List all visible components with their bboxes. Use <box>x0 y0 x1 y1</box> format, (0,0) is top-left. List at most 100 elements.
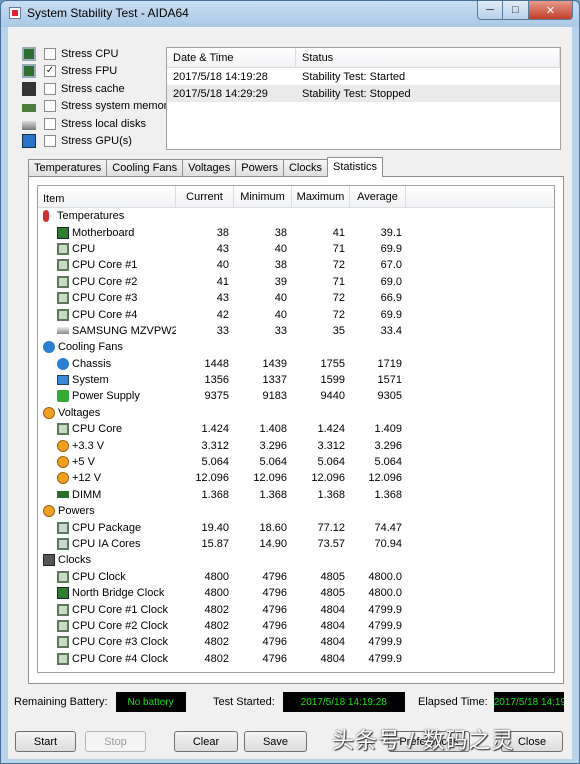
stats-current: 43 <box>216 242 229 255</box>
col-minimum[interactable]: Minimum <box>234 186 292 207</box>
stats-average: 12.096 <box>368 472 402 485</box>
stress-checkbox[interactable] <box>44 100 56 113</box>
tab-powers[interactable]: Powers <box>235 159 284 177</box>
stats-row[interactable]: Power Supply 9375 9183 9440 9305 <box>38 388 554 404</box>
stats-minimum: 1.368 <box>259 488 287 501</box>
stress-checkbox[interactable] <box>44 135 56 147</box>
event-log[interactable]: Date & Time Status 2017/5/18 14:19:28 St… <box>166 47 561 150</box>
stress-checkbox[interactable] <box>44 117 56 130</box>
log-col-datetime[interactable]: Date & Time <box>167 48 296 67</box>
close-window-button[interactable]: ✕ <box>529 1 573 20</box>
stats-row[interactable]: CPU Core #2 Clock 4802 4796 4804 4799.9 <box>38 618 554 634</box>
clock-icon <box>43 554 55 567</box>
stats-average: 4800.0 <box>368 587 402 600</box>
log-status: Stability Test: Started <box>302 70 406 83</box>
stats-row[interactable]: SAMSUNG MZVPW2... 33 33 35 33.4 <box>38 323 554 339</box>
stats-group-row[interactable]: Cooling Fans <box>38 339 554 355</box>
maximize-button[interactable]: □ <box>503 1 529 20</box>
stress-checkbox[interactable] <box>44 82 56 95</box>
start-button[interactable]: Start <box>15 731 76 752</box>
stress-checkbox[interactable] <box>44 48 56 60</box>
stats-row[interactable]: CPU Core #2 41 39 71 69.0 <box>38 274 554 290</box>
stats-row[interactable]: CPU Core #3 43 40 72 66.9 <box>38 290 554 306</box>
stats-average: 4799.9 <box>368 636 402 649</box>
stats-row[interactable]: CPU Package 19.40 18.60 77.12 74.47 <box>38 519 554 535</box>
stats-average: 4799.9 <box>368 652 402 665</box>
stats-item-cell: CPU Core #3 <box>38 292 176 305</box>
stats-row[interactable]: CPU Core #3 Clock 4802 4796 4804 4799.9 <box>38 634 554 650</box>
fpu-chip-icon <box>22 64 36 79</box>
stats-current: 41 <box>216 275 229 288</box>
log-row[interactable]: 2017/5/18 14:19:28 Stability Test: Start… <box>167 68 560 85</box>
title-bar[interactable]: System Stability Test - AIDA64 ─ □ ✕ <box>1 1 579 27</box>
stress-checkbox[interactable]: ✓ <box>44 65 56 78</box>
stats-item-cell: CPU Core #1 Clock <box>38 603 176 616</box>
tab-statistics[interactable]: Statistics <box>327 157 384 177</box>
log-row[interactable]: 2017/5/18 14:29:29 Stability Test: Stopp… <box>167 85 560 102</box>
stats-row[interactable]: CPU Clock 4800 4796 4805 4800.0 <box>38 569 554 585</box>
stress-option[interactable]: Stress system memory <box>22 98 173 114</box>
stats-maximum: 3.312 <box>317 439 345 452</box>
stats-current: 4802 <box>204 652 229 665</box>
stats-item-label: CPU Package <box>72 521 142 534</box>
stats-item-label: CPU Core #1 <box>72 259 138 272</box>
stats-group-row[interactable]: Voltages <box>38 405 554 421</box>
col-maximum[interactable]: Maximum <box>292 186 350 207</box>
stats-item-label: Cooling Fans <box>58 341 123 354</box>
stats-item-label: Motherboard <box>72 226 135 239</box>
stats-row[interactable]: CPU Core #1 40 38 72 67.0 <box>38 257 554 273</box>
tab-temperatures[interactable]: Temperatures <box>28 159 108 177</box>
stats-row[interactable]: Chassis 1448 1439 1755 1719 <box>38 356 554 372</box>
cpu-chip-icon <box>22 47 36 61</box>
stats-item-cell: Power Supply <box>38 390 176 403</box>
tab-clocks[interactable]: Clocks <box>282 159 328 177</box>
stats-group-row[interactable]: Clocks <box>38 552 554 568</box>
stats-row[interactable]: CPU Core 1.424 1.408 1.424 1.409 <box>38 421 554 437</box>
stats-body: Temperatures Motherboard 38 38 41 39.1 CPU 43 40… <box>38 208 554 667</box>
stats-row[interactable]: CPU IA Cores 15.87 14.90 73.57 70.94 <box>38 536 554 552</box>
motherboard-icon <box>57 587 69 600</box>
tab-cooling-fans[interactable]: Cooling Fans <box>106 159 184 177</box>
clear-button[interactable]: Clear <box>174 731 238 752</box>
stats-current: 12.096 <box>195 472 229 485</box>
stats-row[interactable]: CPU Core #1 Clock 4802 4796 4804 4799.9 <box>38 601 554 617</box>
stats-item-cell: CPU Core <box>38 423 176 436</box>
window-title: System Stability Test - AIDA64 <box>27 6 189 20</box>
log-col-status[interactable]: Status <box>296 48 560 67</box>
stats-row[interactable]: CPU Core #4 42 40 72 69.9 <box>38 306 554 322</box>
stress-option[interactable]: Stress CPU <box>22 46 118 62</box>
window-controls: ─ □ ✕ <box>477 1 573 21</box>
stats-row[interactable]: North Bridge Clock 4800 4796 4805 4800.0 <box>38 585 554 601</box>
stats-minimum: 1.408 <box>259 423 287 436</box>
battery-status: Remaining Battery: No battery <box>14 691 186 713</box>
stats-row[interactable]: DIMM 1.368 1.368 1.368 1.368 <box>38 487 554 503</box>
stats-row[interactable]: +3.3 V 3.312 3.296 3.312 3.296 <box>38 437 554 453</box>
save-button[interactable]: Save <box>244 731 307 752</box>
stats-item-cell: Powers <box>38 505 176 518</box>
stats-row[interactable]: System 1356 1337 1599 1571 <box>38 372 554 388</box>
stats-maximum: 4804 <box>320 652 345 665</box>
stop-button[interactable]: Stop <box>85 731 146 752</box>
chip-icon <box>57 603 69 616</box>
stats-group-row[interactable]: Powers <box>38 503 554 519</box>
stats-row[interactable]: CPU 43 40 71 69.9 <box>38 241 554 257</box>
minimize-button[interactable]: ─ <box>477 1 503 20</box>
stress-option[interactable]: Stress cache <box>22 81 125 97</box>
col-current[interactable]: Current <box>176 186 234 207</box>
stress-option[interactable]: Stress GPU(s) <box>22 133 132 149</box>
tab-voltages[interactable]: Voltages <box>182 159 237 177</box>
statistics-table[interactable]: Item Current Minimum Maximum Average Tem… <box>37 185 555 673</box>
stats-row[interactable]: Motherboard 38 38 41 39.1 <box>38 224 554 240</box>
col-average[interactable]: Average <box>350 186 406 207</box>
stats-minimum: 4796 <box>262 652 287 665</box>
stats-item-cell: +5 V <box>38 456 176 469</box>
log-datetime: 2017/5/18 14:29:29 <box>173 87 268 100</box>
stats-row[interactable]: +5 V 5.064 5.064 5.064 5.064 <box>38 454 554 470</box>
stats-row[interactable]: +12 V 12.096 12.096 12.096 12.096 <box>38 470 554 486</box>
stress-option[interactable]: Stress local disks <box>22 116 146 132</box>
stats-group-row[interactable]: Temperatures <box>38 208 554 224</box>
stats-row[interactable]: CPU Core #4 Clock 4802 4796 4804 4799.9 <box>38 651 554 667</box>
stress-option[interactable]: ✓ Stress FPU <box>22 63 117 79</box>
chip-icon <box>57 423 69 436</box>
col-item[interactable]: Item <box>38 186 176 207</box>
